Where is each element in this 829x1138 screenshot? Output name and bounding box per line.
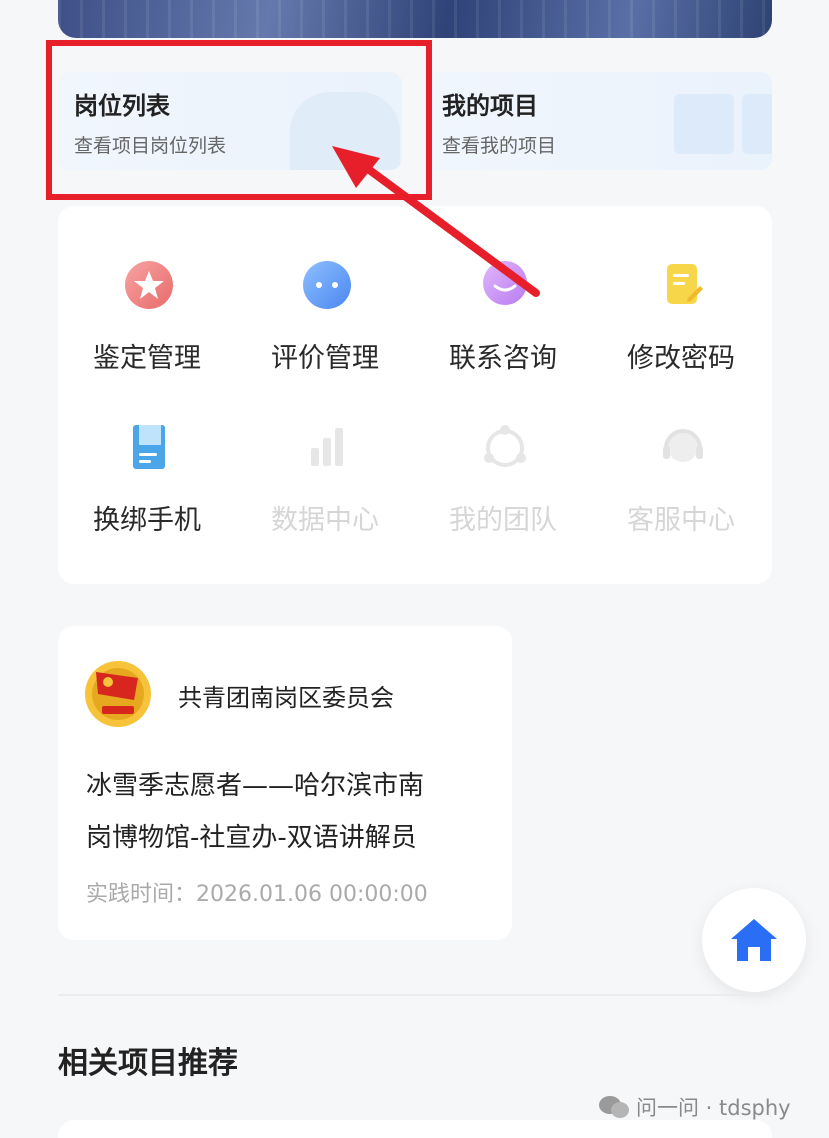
related-project-card[interactable]	[58, 1120, 772, 1138]
quick-link-title: 我的项目	[442, 92, 538, 120]
menu-item-service-center: 客服中心	[592, 422, 770, 552]
notebook-icon	[133, 425, 165, 469]
project-title-line: 岗博物馆-社宣办-双语讲解员	[86, 823, 417, 853]
menu-item-label: 评价管理	[271, 343, 379, 374]
menu-item-label: 数据中心	[271, 505, 379, 536]
menu-item-label: 换绑手机	[93, 505, 201, 536]
menu-item-appraisal[interactable]: 鉴定管理	[58, 260, 236, 390]
menu-item-change-password[interactable]: 修改密码	[592, 260, 770, 390]
function-menu-card: 鉴定管理 评价管理 联系咨询 修改密码 换绑手机 数据中心 我的团队 客服中心	[58, 206, 772, 584]
quick-link-subtitle: 查看我的项目	[442, 135, 557, 157]
menu-item-label: 修改密码	[627, 343, 735, 374]
project-practice-time: 实践时间：2026.01.06 00:00:00	[86, 882, 428, 907]
menu-item-label: 鉴定管理	[93, 343, 201, 374]
menu-item-evaluation[interactable]: 评价管理	[236, 260, 414, 390]
edit-document-icon	[667, 264, 703, 304]
communist-youth-league-logo-icon	[85, 661, 151, 727]
watermark-text: 问一问 · tdsphy	[636, 1096, 791, 1120]
home-button[interactable]	[702, 888, 806, 992]
chat-bubble-icon	[303, 261, 351, 309]
message-icon	[483, 261, 527, 305]
home-icon	[731, 919, 777, 961]
menu-item-data-center: 数据中心	[236, 422, 414, 552]
top-banner-image[interactable]	[58, 0, 772, 38]
project-org-name: 共青团南岗区委员会	[178, 684, 394, 712]
watermark: 问一问 · tdsphy	[598, 1092, 791, 1122]
related-projects-heading: 相关项目推荐	[58, 1046, 238, 1081]
headset-icon	[663, 429, 703, 462]
project-card[interactable]: 共青团南岗区委员会 冰雪季志愿者——哈尔滨市南 岗博物馆-社宣办-双语讲解员 实…	[58, 626, 512, 940]
bar-chart-icon	[311, 428, 343, 466]
menu-item-label: 客服中心	[627, 505, 735, 536]
menu-item-my-team: 我的团队	[414, 422, 592, 552]
menu-item-contact[interactable]: 联系咨询	[414, 260, 592, 390]
wechat-icon	[599, 1096, 629, 1118]
project-title: 冰雪季志愿者——哈尔滨市南 岗博物馆-社宣办-双语讲解员	[86, 760, 506, 864]
project-title-line: 冰雪季志愿者——哈尔滨市南	[86, 771, 425, 801]
team-icon	[484, 425, 526, 467]
section-divider	[58, 994, 772, 996]
star-badge-icon	[125, 261, 173, 309]
menu-item-label: 联系咨询	[449, 343, 557, 374]
highlight-annotation-box	[46, 40, 432, 200]
menu-item-label: 我的团队	[449, 505, 557, 536]
quick-link-my-projects[interactable]: 我的项目 查看我的项目	[426, 72, 772, 170]
menu-item-change-phone[interactable]: 换绑手机	[58, 422, 236, 552]
